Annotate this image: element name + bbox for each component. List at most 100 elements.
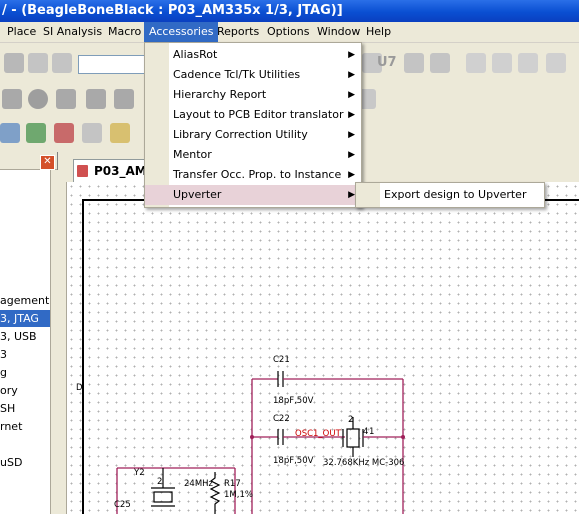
submenu-arrow-icon: ▶ xyxy=(348,170,355,180)
crystal-body xyxy=(346,428,360,448)
submenu-arrow-icon: ▶ xyxy=(348,190,355,200)
delete-icon[interactable] xyxy=(54,123,74,143)
panel-scrollbar[interactable] xyxy=(50,170,58,514)
junction xyxy=(401,435,405,439)
tree-item[interactable]: rnet xyxy=(0,418,50,435)
submenu-arrow-icon: ▶ xyxy=(348,90,355,100)
submenu-arrow-icon: ▶ xyxy=(348,110,355,120)
submenu-arrow-icon: ▶ xyxy=(348,50,355,60)
submenu-arrow-icon: ▶ xyxy=(348,130,355,140)
menu-item-export-upverter[interactable]: Export design to Upverter xyxy=(384,183,526,207)
menu-item-layout-to-pcb[interactable]: Layout to PCB Editor translator ▶ xyxy=(145,105,361,125)
y2-ref: Y2 xyxy=(133,468,145,478)
menu-item-label: Upverter xyxy=(173,188,222,201)
menu-window[interactable]: Window xyxy=(312,22,365,42)
menu-item-aliasrot[interactable]: AliasRot ▶ xyxy=(145,45,361,65)
menu-item-cadence-tcl[interactable]: Cadence Tcl/Tk Utilities ▶ xyxy=(145,65,361,85)
menu-si-analysis[interactable]: SI Analysis xyxy=(38,22,107,42)
tree-item[interactable]: 3, USB xyxy=(0,328,50,345)
menu-macro[interactable]: Macro xyxy=(103,22,146,42)
r17-value: 1M,1% xyxy=(224,490,253,500)
menu-options[interactable]: Options xyxy=(262,22,314,42)
import-icon[interactable] xyxy=(26,123,46,143)
window-title: / - (BeagleBoneBlack : P03_AM335x 1/3, J… xyxy=(2,3,343,18)
tool-icon[interactable] xyxy=(430,53,450,73)
document-icon[interactable] xyxy=(492,53,512,73)
tool-icon[interactable] xyxy=(4,53,24,73)
tree-item[interactable]: g xyxy=(0,364,50,381)
document-icon[interactable] xyxy=(518,53,538,73)
submenu-arrow-icon: ▶ xyxy=(348,150,355,160)
menu-reports[interactable]: Reports xyxy=(212,22,264,42)
probe-icon[interactable] xyxy=(114,89,134,109)
menu-item-label: Transfer Occ. Prop. to Instance xyxy=(173,168,342,181)
tree-item[interactable]: agement xyxy=(0,292,50,309)
pin-number: 4 xyxy=(363,427,368,437)
crystal-value: 32.768KHz MC-306 xyxy=(323,458,404,468)
tree-item-label: uSD xyxy=(0,456,23,469)
redo-icon[interactable] xyxy=(52,53,72,73)
tree-item-label: agement xyxy=(0,294,50,307)
menu-item-label: Cadence Tcl/Tk Utilities xyxy=(173,68,301,81)
tool-icon[interactable] xyxy=(404,53,424,73)
tree-item[interactable]: uSD xyxy=(0,454,50,471)
menu-item-label: Hierarchy Report xyxy=(173,88,267,101)
menu-accessories[interactable]: Accessories xyxy=(144,22,219,42)
tree-item-label: 3, USB xyxy=(0,330,37,343)
tree-item[interactable]: 3 xyxy=(0,346,50,363)
border-zone-letter: D xyxy=(76,383,83,393)
pin-number: 2 xyxy=(157,477,162,487)
close-icon[interactable]: ✕ xyxy=(40,155,55,170)
tree-item-label: 3, JTAG xyxy=(0,312,39,325)
check-icon[interactable] xyxy=(110,123,130,143)
schematic-canvas[interactable]: D C21 18pF,50V C22 18pF,50V OSC1_OUT 2 4… xyxy=(66,182,579,514)
menu-item-mentor[interactable]: Mentor ▶ xyxy=(145,145,361,165)
tree-item[interactable]: ory xyxy=(0,382,50,399)
r17-ref: R17 xyxy=(224,479,241,489)
menu-item-upverter[interactable]: Upverter ▶ xyxy=(145,185,361,205)
document-icon[interactable] xyxy=(466,53,486,73)
accessories-menu: AliasRot ▶ Cadence Tcl/Tk Utilities ▶ Hi… xyxy=(144,42,362,208)
tool-icon[interactable] xyxy=(2,89,22,109)
play-icon[interactable] xyxy=(28,89,48,109)
copy-icon[interactable] xyxy=(82,123,102,143)
menu-item-library-correction[interactable]: Library Correction Utility ▶ xyxy=(145,125,361,145)
menu-item-label: Mentor xyxy=(173,148,212,161)
tree-item[interactable]: SH xyxy=(0,400,50,417)
c22-ref: C22 xyxy=(273,414,290,424)
menu-item-label: Library Correction Utility xyxy=(173,128,308,141)
menu-place[interactable]: Place xyxy=(2,22,41,42)
menu-icon-strip xyxy=(356,183,380,207)
upverter-submenu: Export design to Upverter xyxy=(355,182,545,208)
net-label: OSC1_OUT xyxy=(295,429,342,439)
search-input[interactable] xyxy=(78,55,146,74)
tree-item-label: g xyxy=(0,366,7,379)
tool-icon[interactable] xyxy=(0,123,20,143)
tree-item-label: 3 xyxy=(0,348,7,361)
menu-item-hierarchy-report[interactable]: Hierarchy Report ▶ xyxy=(145,85,361,105)
u7-label[interactable]: U7 xyxy=(377,55,397,70)
tree-item-label: ory xyxy=(0,384,18,397)
submenu-arrow-icon: ▶ xyxy=(348,70,355,80)
y2-body xyxy=(153,491,173,503)
pin-number: 2 xyxy=(348,415,353,425)
c21-ref: C21 xyxy=(273,355,290,365)
menu-item-transfer-occ[interactable]: Transfer Occ. Prop. to Instance ▶ xyxy=(145,165,361,185)
menu-bar: Place SI Analysis Macro Accessories Repo… xyxy=(0,22,579,43)
schematic-drawing: D C21 18pF,50V C22 18pF,50V OSC1_OUT 2 4… xyxy=(76,199,579,514)
undo-icon[interactable] xyxy=(28,53,48,73)
probe-icon[interactable] xyxy=(86,89,106,109)
tool-icon[interactable] xyxy=(56,89,76,109)
tree-item-label: rnet xyxy=(0,420,23,433)
c22-value: 18pF,50V xyxy=(273,456,314,466)
menu-help[interactable]: Help xyxy=(361,22,396,42)
document-icon[interactable] xyxy=(546,53,566,73)
c21-value: 18pF,50V xyxy=(273,396,314,406)
pin-number: 1 xyxy=(369,427,374,437)
schematic-page-icon xyxy=(77,165,88,177)
tree-item-label: SH xyxy=(0,402,16,415)
c25-ref: C25 xyxy=(114,500,131,510)
junction xyxy=(250,435,254,439)
tree-item-selected[interactable]: 3, JTAG xyxy=(0,310,50,327)
window-title-bar: / - (BeagleBoneBlack : P03_AM335x 1/3, J… xyxy=(0,0,579,22)
